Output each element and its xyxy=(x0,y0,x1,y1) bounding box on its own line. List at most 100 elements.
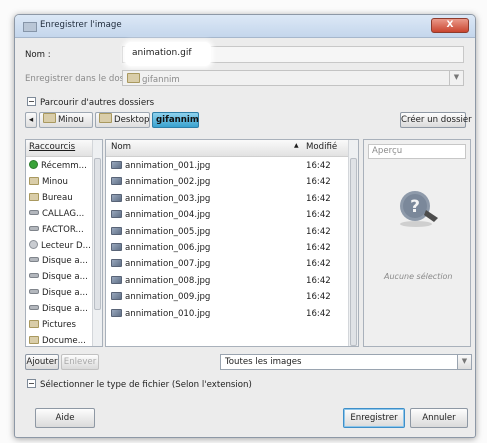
sidebar-item-place[interactable]: Disque a... xyxy=(29,253,88,269)
scrollbar-thumb[interactable] xyxy=(94,158,101,310)
recent-icon xyxy=(29,160,38,169)
sidebar-item-label: Disque a... xyxy=(42,304,88,315)
name-label: Nom : xyxy=(25,50,51,60)
folder-icon xyxy=(29,320,39,328)
drive-icon xyxy=(29,273,39,279)
path-crumb-desktop[interactable]: Desktop xyxy=(95,112,150,128)
sidebar-item-place[interactable]: CALLAG... xyxy=(29,206,84,222)
file-name: annimation_006.jpg xyxy=(111,240,210,256)
name-field-value: animation.gif xyxy=(132,48,192,58)
column-modified-header[interactable]: Modifié xyxy=(306,142,337,152)
sidebar-item-label: CALLAG... xyxy=(42,208,85,219)
file-name-label: annimation_004.jpg xyxy=(125,210,211,221)
file-row[interactable]: annimation_002.jpg 16:42 xyxy=(106,174,348,190)
remove-place-button[interactable]: Enlever xyxy=(61,354,99,370)
file-name: annimation_004.jpg xyxy=(111,207,210,223)
file-filter-combo[interactable]: Toutes les images ▼ xyxy=(220,354,472,370)
file-row[interactable]: annimation_008.jpg 16:42 xyxy=(106,273,348,289)
file-list-scrollbar[interactable] xyxy=(348,140,358,346)
add-place-button[interactable]: Ajouter xyxy=(25,354,59,370)
name-field[interactable]: animation.gif xyxy=(125,42,211,66)
sidebar-item-place[interactable]: Pictures xyxy=(29,317,76,333)
create-folder-button[interactable]: Créer un dossier xyxy=(400,112,472,128)
file-name-label: annimation_006.jpg xyxy=(125,243,211,253)
folder-icon xyxy=(99,113,112,123)
window-icon xyxy=(23,22,37,32)
expand-icon xyxy=(27,379,36,388)
file-name-label: annimation_002.jpg xyxy=(125,177,211,188)
file-name: annimation_002.jpg xyxy=(111,174,210,190)
sidebar-item-place[interactable]: FACTOR... xyxy=(29,222,84,238)
help-label: Aide xyxy=(55,413,75,423)
browse-folders-toggle[interactable]: Parcourir d'autres dossiers xyxy=(27,97,154,108)
file-name: annimation_008.jpg xyxy=(111,273,210,289)
file-name-label: annimation_001.jpg xyxy=(125,161,211,171)
file-row[interactable]: annimation_009.jpg 16:42 xyxy=(106,289,348,305)
preview-header: Aperçu xyxy=(368,144,466,159)
file-row[interactable]: annimation_005.jpg 16:42 xyxy=(106,224,348,240)
crumb-label: Desktop xyxy=(114,115,150,125)
file-row[interactable]: annimation_003.jpg 16:42 xyxy=(106,191,348,207)
title-bar[interactable]: Enregistrer l'image X xyxy=(15,15,475,38)
file-name: annimation_003.jpg xyxy=(111,191,210,207)
sidebar-item-place[interactable]: Récemm... xyxy=(29,158,87,174)
image-file-icon xyxy=(111,243,122,251)
cancel-button[interactable]: Annuler xyxy=(410,408,468,428)
path-crumb-minou[interactable]: Minou xyxy=(39,112,93,128)
folder-icon xyxy=(43,113,56,123)
sidebar-item-label: Lecteur D... xyxy=(41,240,91,251)
file-name-label: annimation_008.jpg xyxy=(125,275,211,286)
drive-icon xyxy=(29,289,39,295)
save-button[interactable]: Enregistrer xyxy=(343,408,405,428)
preview-panel: Aperçu ? Aucune sélection xyxy=(363,139,471,347)
sidebar-item-label: Pictures xyxy=(42,320,77,330)
window-title: Enregistrer l'image xyxy=(40,20,122,30)
sidebar-item-label: Récemm... xyxy=(41,161,87,171)
file-row[interactable]: annimation_004.jpg 16:42 xyxy=(106,207,348,223)
drive-icon xyxy=(29,225,39,231)
file-name-label: annimation_003.jpg xyxy=(125,193,211,204)
cd-icon xyxy=(29,239,38,249)
file-row[interactable]: annimation_006.jpg 16:42 xyxy=(106,240,348,256)
file-name-label: annimation_010.jpg xyxy=(125,308,211,319)
sidebar-item-place[interactable]: Disque a... xyxy=(29,285,88,301)
save-in-folder-combo[interactable]: gifannim ▼ xyxy=(122,70,464,86)
crumb-label: gifannim xyxy=(156,115,199,125)
file-modified: 16:42 xyxy=(306,292,331,303)
file-type-toggle[interactable]: Sélectionner le type de fichier (Selon l… xyxy=(27,379,252,390)
sidebar-item-label: Disque a... xyxy=(42,288,88,299)
sidebar-item-place[interactable]: Lecteur D... xyxy=(29,238,91,254)
scrollbar-thumb[interactable] xyxy=(350,158,357,346)
question-icon: ? xyxy=(400,191,438,227)
places-header-label: Raccourcis xyxy=(29,142,76,152)
file-type-toggle-label: Sélectionner le type de fichier (Selon l… xyxy=(40,380,252,390)
file-name: annimation_007.jpg xyxy=(111,256,210,272)
cancel-label: Annuler xyxy=(422,413,456,423)
chevron-down-icon: ▼ xyxy=(449,71,463,85)
image-file-icon xyxy=(111,193,122,202)
remove-place-label: Enlever xyxy=(63,357,97,367)
sidebar-item-place[interactable]: Disque a... xyxy=(29,301,88,317)
places-panel: Raccourcis Récemm... Minou Bureau CALLAG...… xyxy=(25,139,103,347)
file-row[interactable]: annimation_010.jpg 16:42 xyxy=(106,306,348,322)
help-button[interactable]: Aide xyxy=(35,408,95,428)
file-name-label: annimation_009.jpg xyxy=(125,292,211,303)
file-name-label: annimation_005.jpg xyxy=(125,226,211,237)
sidebar-item-place[interactable]: Bureau xyxy=(29,190,73,206)
file-row[interactable]: annimation_001.jpg 16:42 xyxy=(106,158,348,174)
places-scrollbar[interactable] xyxy=(92,140,102,346)
file-row[interactable]: annimation_007.jpg 16:42 xyxy=(106,256,348,272)
column-name-header[interactable]: Nom xyxy=(111,142,131,152)
sidebar-item-place[interactable]: Disque a... xyxy=(29,269,88,285)
sidebar-item-place[interactable]: Docume... xyxy=(29,333,86,346)
path-back-button[interactable]: ◂ xyxy=(25,112,37,128)
file-filter-value: Toutes les images xyxy=(225,357,302,367)
path-crumb-gifannim[interactable]: gifannim xyxy=(152,112,199,128)
file-modified: 16:42 xyxy=(306,275,331,286)
file-name: annimation_005.jpg xyxy=(111,224,210,240)
close-button[interactable]: X xyxy=(431,18,469,33)
sidebar-item-place[interactable]: Minou xyxy=(29,174,68,190)
folder-icon xyxy=(29,176,39,185)
drive-icon xyxy=(29,305,39,311)
image-file-icon xyxy=(111,226,122,235)
